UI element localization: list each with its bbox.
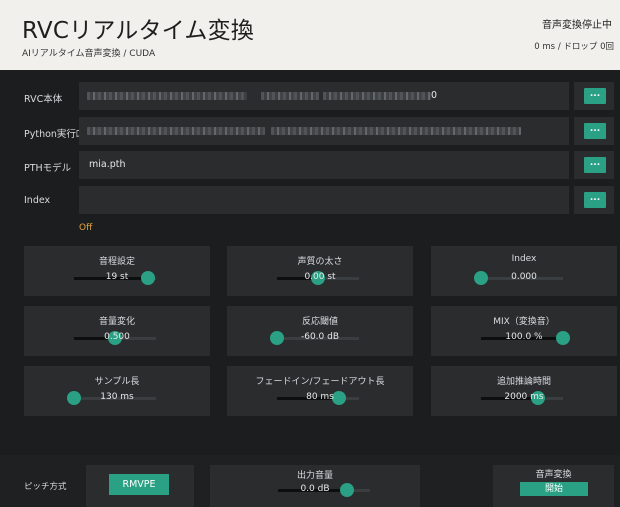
voice-thickness-thumb[interactable] [311, 271, 325, 285]
mix-label: MIX（変換音） [493, 317, 555, 327]
pitch-shift-track[interactable] [74, 271, 156, 285]
sample-length-track[interactable] [67, 391, 156, 405]
volume-envelope-card: 音量変化 0.500 [24, 306, 210, 356]
rvc-path-label: RVC本体 [24, 94, 63, 105]
fade-length-thumb[interactable] [331, 391, 346, 405]
fade-length-card: フェードイン/フェードアウト長 80 ms [227, 366, 413, 416]
volume-envelope-track[interactable] [74, 331, 156, 345]
redacted-path [323, 91, 431, 100]
python-path-label: Python実行ﾛ [24, 129, 81, 140]
pth-browse-panel: ... [574, 151, 614, 179]
sample-length-thumb[interactable] [67, 391, 81, 405]
extra-inference-track[interactable] [481, 391, 563, 405]
voice-thickness-label: 声質の太さ [297, 257, 343, 267]
start-button[interactable]: 開始 [520, 482, 588, 496]
slider-fill [74, 277, 148, 280]
rvc-path-field[interactable]: 0 [79, 82, 569, 110]
output-volume-label: 出力音量 [296, 471, 333, 481]
voice-thickness-card: 声質の太さ 0.00 st [227, 246, 413, 296]
slider-fill [481, 337, 563, 340]
pitch-method-card: RMVPE [86, 465, 194, 507]
slider-fill [277, 397, 339, 400]
sample-length-label: サンプル長 [94, 377, 140, 387]
pth-model-label: PTHモデル [24, 163, 72, 174]
index-rate-thumb[interactable] [474, 271, 488, 285]
pitch-shift-card: 音程設定 19 st [24, 246, 210, 296]
latency-readout: 0 ms / ドロップ 0回 [534, 42, 614, 52]
index-browse-panel: ... [574, 186, 614, 214]
volume-envelope-thumb[interactable] [108, 331, 122, 345]
fade-length-track[interactable] [277, 391, 359, 405]
output-volume-card: 出力音量 0.0 dB [210, 465, 420, 507]
extra-inference-thumb[interactable] [531, 391, 546, 405]
index-browse-button[interactable]: ... [584, 192, 606, 208]
index-rate-card: Index 0.000 [431, 246, 617, 296]
pth-browse-button[interactable]: ... [584, 157, 606, 173]
redacted-path [261, 91, 319, 100]
pitch-method-button[interactable]: RMVPE [109, 474, 169, 495]
response-threshold-card: 反応閾値 -60.0 dB [227, 306, 413, 356]
redacted-path [87, 91, 247, 100]
pitch-shift-thumb[interactable] [140, 271, 155, 285]
volume-envelope-label: 音量変化 [98, 317, 135, 327]
python-browse-panel: ... [574, 117, 614, 145]
extra-inference-card: 追加推論時間 2000 ms [431, 366, 617, 416]
python-browse-button[interactable]: ... [584, 123, 606, 139]
rvc-path-value: 0 [431, 90, 438, 101]
index-rate-track[interactable] [474, 271, 563, 285]
response-threshold-track[interactable] [270, 331, 359, 345]
slider-fill [481, 397, 539, 400]
pitch-method-label: ピッチ方式 [24, 482, 67, 492]
app-header: RVCリアルタイム変換 AIリアルタイム音声変換 / CUDA 音声変換停止中 … [0, 0, 620, 70]
voice-conversion-label: 音声変換 [535, 470, 572, 480]
sample-length-card: サンプル長 130 ms [24, 366, 210, 416]
index-status: Off [79, 223, 93, 233]
fade-length-label: フェードイン/フェードアウト長 [255, 377, 385, 387]
redacted-path [271, 126, 521, 135]
output-volume-thumb[interactable] [340, 483, 354, 497]
extra-inference-label: 追加推論時間 [496, 377, 551, 387]
mix-thumb[interactable] [556, 331, 570, 345]
voice-thickness-track[interactable] [277, 271, 359, 285]
index-rate-label: Index [511, 254, 537, 264]
index-path-field[interactable] [79, 186, 569, 214]
output-volume-track[interactable] [278, 483, 370, 497]
rvc-browse-panel: ... [574, 82, 614, 110]
app-title: RVCリアルタイム変換 [22, 18, 255, 44]
index-path-label: Index [24, 195, 51, 206]
slider-fill [278, 489, 347, 492]
rvc-browse-button[interactable]: ... [584, 88, 606, 104]
pth-model-value: mia.pth [89, 159, 126, 170]
pth-model-field[interactable]: mia.pth [79, 151, 569, 179]
app-subtitle: AIリアルタイム音声変換 / CUDA [22, 49, 156, 59]
python-path-field[interactable] [79, 117, 569, 145]
conversion-status: 音声変換停止中 [542, 20, 612, 31]
mix-card: MIX（変換音） 100.0 % [431, 306, 617, 356]
voice-conversion-card: 音声変換 開始 [493, 465, 614, 507]
response-threshold-thumb[interactable] [270, 331, 284, 345]
redacted-path [87, 126, 265, 135]
pitch-shift-label: 音程設定 [98, 257, 135, 267]
mix-track[interactable] [481, 331, 570, 345]
response-threshold-label: 反応閾値 [301, 317, 338, 327]
